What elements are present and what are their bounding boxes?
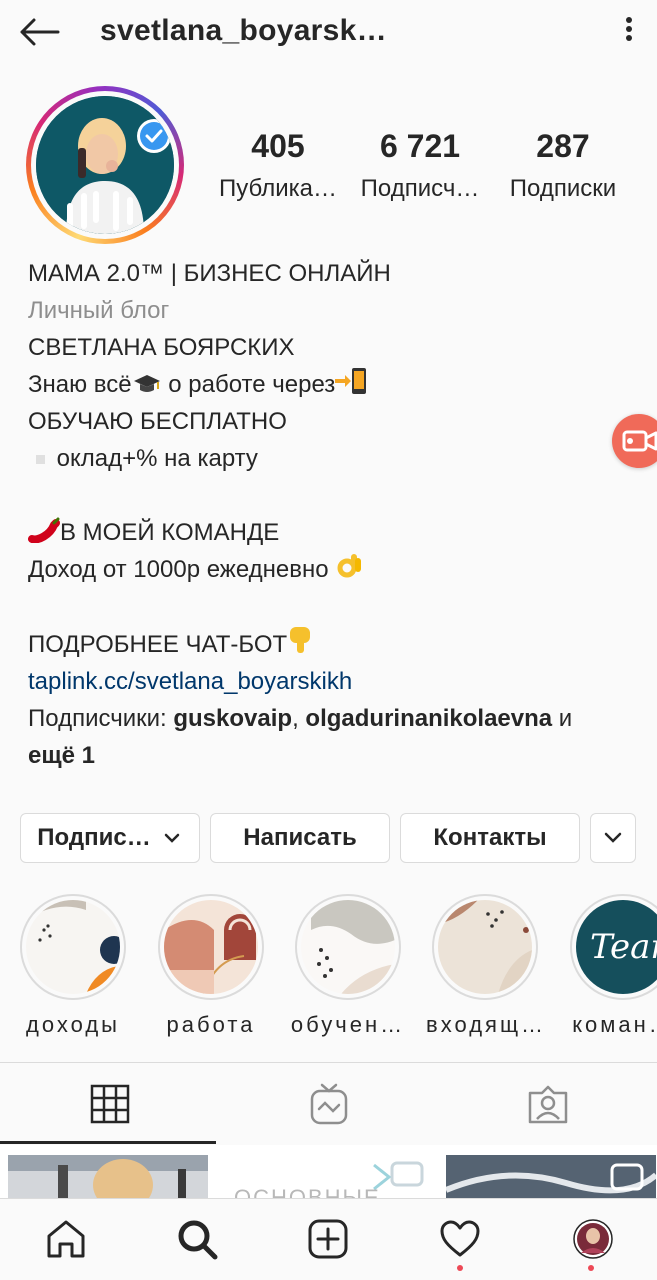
subscribed-button[interactable]: Подпис…	[20, 813, 200, 863]
highlight-label: доходы	[26, 1012, 120, 1037]
bio-blank-line	[28, 477, 628, 514]
bio-line: Знаю всё о работе через	[28, 366, 628, 403]
search-icon	[178, 1220, 218, 1260]
following-number: 287	[536, 128, 590, 164]
bio-line: СВЕТЛАНА БОЯРСКИХ	[28, 334, 295, 361]
more-vertical-icon	[619, 17, 639, 41]
suggested-accounts-button[interactable]	[590, 813, 636, 863]
posts-label: Публика…	[219, 175, 337, 202]
verified-icon	[137, 119, 171, 153]
top-bar: svetlana_boyarsk…	[0, 0, 657, 68]
more-options-button[interactable]	[619, 14, 639, 50]
contacts-button[interactable]: Контакты	[400, 813, 580, 863]
tagged-icon	[528, 1085, 567, 1124]
home-icon	[47, 1220, 85, 1258]
highlight-label: работа	[166, 1012, 256, 1037]
add-icon	[308, 1219, 348, 1259]
highlight-cover	[26, 900, 120, 994]
bio-line: ПОДРОБНЕЕ ЧАТ-БОТ	[28, 625, 628, 663]
followed-by-more[interactable]: ещё 1	[28, 737, 628, 774]
followed-by: Подписчики: guskovaip, olgadurinanikolae…	[28, 705, 573, 732]
post-thumbnail[interactable]	[446, 1155, 656, 1200]
subscribed-label: Подпис…	[37, 824, 151, 851]
nav-profile[interactable]	[571, 1217, 615, 1261]
profile-category: Личный блог	[28, 297, 170, 324]
highlight-cover	[438, 900, 532, 994]
profile-tabs	[0, 1063, 657, 1145]
followers-number: 6 721	[379, 128, 461, 164]
back-button[interactable]	[18, 14, 62, 50]
profile-avatar-icon	[573, 1219, 613, 1259]
followers-label: Подписч…	[360, 175, 480, 202]
bottom-navigation	[0, 1198, 657, 1280]
bio-blank-line	[28, 588, 628, 625]
bio-line: ОБУЧАЮ БЕСПЛАТНО	[28, 408, 287, 435]
nav-new-post[interactable]	[306, 1217, 350, 1261]
bullet-square-icon	[36, 455, 45, 464]
activity-notification-dot	[457, 1265, 463, 1271]
chili-pepper-icon	[28, 517, 60, 543]
highlight-item[interactable]: обучен…	[291, 894, 402, 1038]
bio-line: оклад+% на карту	[28, 440, 628, 477]
profile-username: svetlana_boyarsk…	[100, 14, 387, 47]
highlight-item[interactable]: работа	[158, 894, 264, 1038]
tab-tagged[interactable]	[438, 1063, 657, 1145]
nav-activity[interactable]	[438, 1217, 482, 1261]
igtv-icon	[310, 1083, 347, 1125]
highlight-cover	[164, 900, 258, 994]
follower-link[interactable]: olgadurinanikolaevna	[305, 705, 552, 732]
followers-count[interactable]: 6 721 Подписч…	[356, 128, 484, 203]
nav-home[interactable]	[44, 1217, 88, 1261]
chevron-down-icon	[164, 833, 179, 843]
post-thumbnail[interactable]: ОСНОВНЫЕ	[224, 1155, 434, 1200]
video-camera-icon	[622, 430, 657, 452]
bio-link[interactable]: taplink.cc/svetlana_boyarskikh	[28, 663, 628, 700]
grid-icon	[90, 1084, 129, 1124]
posts-count[interactable]: 405 Публика…	[212, 128, 344, 203]
highlight-item[interactable]: входящ…	[426, 894, 543, 1038]
message-button[interactable]: Написать	[210, 813, 390, 863]
highlight-label: входящ…	[426, 1012, 544, 1037]
profile-notification-dot	[588, 1265, 594, 1271]
heart-icon	[440, 1220, 480, 1257]
follower-link[interactable]: guskovaip	[173, 705, 292, 732]
highlight-item[interactable]: Team коман…	[570, 894, 657, 1038]
bio-line: Доход от 1000р ежедневно	[28, 551, 628, 588]
chevron-down-icon	[604, 832, 622, 843]
post-thumbnail[interactable]	[8, 1155, 208, 1200]
highlight-item[interactable]: доходы	[20, 894, 126, 1038]
following-label: Подписки	[509, 175, 617, 202]
highlight-cover	[301, 900, 395, 994]
profile-bio: МАМА 2.0™ | БИЗНЕС ОНЛАЙН Личный блог СВ…	[28, 255, 628, 774]
avatar-photo	[36, 96, 174, 234]
bio-line: В МОЕЙ КОМАНДЕ	[28, 514, 628, 551]
following-count[interactable]: 287 Подписки	[498, 128, 628, 203]
highlight-label: коман…	[572, 1012, 657, 1037]
screen-record-button[interactable]	[612, 414, 657, 468]
pointing-down-icon	[290, 627, 311, 653]
profile-name: МАМА 2.0™ | БИЗНЕС ОНЛАЙН	[28, 260, 391, 287]
highlight-cover-text: Team	[590, 927, 657, 967]
posts-grid: ОСНОВНЫЕ	[0, 1145, 657, 1200]
profile-avatar[interactable]	[26, 86, 184, 244]
tab-grid[interactable]	[0, 1063, 219, 1145]
nav-search[interactable]	[175, 1217, 219, 1261]
back-arrow-icon	[20, 18, 60, 46]
active-tab-indicator	[0, 1141, 216, 1144]
highlight-cover: Team	[576, 900, 657, 994]
graduation-cap-icon	[133, 375, 160, 392]
tab-igtv[interactable]	[219, 1063, 438, 1145]
posts-number: 405	[251, 128, 305, 164]
highlight-label: обучен…	[290, 1012, 406, 1037]
ok-hand-icon	[337, 554, 362, 578]
phone-arrow-icon	[335, 368, 367, 394]
